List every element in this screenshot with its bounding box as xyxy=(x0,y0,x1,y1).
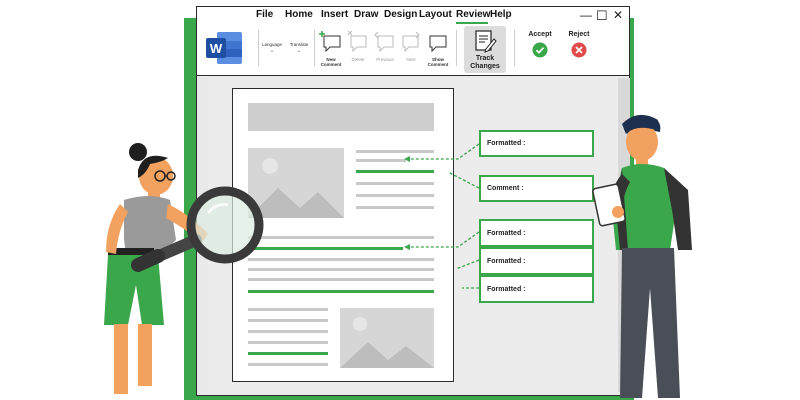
translate-button[interactable]: Translate ⌄ xyxy=(287,42,311,54)
tracked-text-line xyxy=(248,247,403,250)
word-logo-icon: W xyxy=(206,32,242,64)
next-comment-button[interactable]: Next xyxy=(399,30,423,70)
previous-comment-icon xyxy=(374,31,394,53)
svg-text:W: W xyxy=(210,41,223,56)
minimize-button[interactable]: — xyxy=(580,8,592,22)
text-line xyxy=(248,341,328,344)
ribbon-separator xyxy=(314,30,315,66)
man-illustration xyxy=(592,114,692,398)
maximize-button[interactable]: ☐ xyxy=(596,8,608,24)
show-comment-button[interactable]: Show Comment xyxy=(425,30,451,70)
check-circle-icon xyxy=(532,42,548,58)
delete-comment-button[interactable]: Delete xyxy=(346,30,370,70)
reject-button[interactable]: Reject xyxy=(563,31,595,65)
show-comment-label: Show Comment xyxy=(427,57,449,67)
heading-placeholder xyxy=(248,103,434,131)
menu-help[interactable]: Help xyxy=(490,9,512,20)
chevron-down-icon: ⌄ xyxy=(269,48,275,54)
text-line xyxy=(356,159,406,162)
magnifier-icon xyxy=(131,186,264,272)
accept-button[interactable]: Accept xyxy=(524,31,556,65)
callout-label: Formatted : xyxy=(487,257,526,265)
menu-review[interactable]: Review xyxy=(456,9,490,20)
show-comment-icon xyxy=(429,35,447,53)
track-changes-button[interactable]: Track Changes xyxy=(464,26,506,73)
chevron-down-icon: ⌄ xyxy=(296,48,302,54)
language-button[interactable]: Language ⌄ xyxy=(260,42,284,54)
change-callout[interactable]: Formatted : xyxy=(479,247,594,275)
text-line xyxy=(248,319,328,322)
new-comment-button[interactable]: New Comment xyxy=(318,30,344,70)
ribbon-separator xyxy=(514,30,515,66)
text-line xyxy=(248,363,328,366)
close-button[interactable]: ✕ xyxy=(613,8,623,22)
accept-label: Accept xyxy=(528,31,552,38)
delete-label: Delete xyxy=(351,57,365,62)
text-line xyxy=(248,308,328,311)
image-placeholder-icon xyxy=(340,308,434,368)
change-callout[interactable]: Formatted : xyxy=(479,130,594,157)
ribbon-separator xyxy=(456,30,457,66)
delete-comment-icon xyxy=(347,30,367,53)
menu-design[interactable]: Design xyxy=(384,9,417,20)
active-tab-indicator xyxy=(456,22,488,24)
change-callout[interactable]: Formatted : xyxy=(479,275,594,303)
change-connectors xyxy=(404,143,480,289)
callout-label: Formatted : xyxy=(487,140,526,147)
track-changes-label: Track Changes xyxy=(470,55,500,70)
comment-callout[interactable]: Comment : xyxy=(479,175,594,202)
reject-label: Reject xyxy=(568,31,590,38)
menu-file[interactable]: File xyxy=(256,9,273,20)
next-comment-icon xyxy=(402,31,420,53)
menu-home[interactable]: Home xyxy=(285,9,313,20)
new-comment-label: New Comment xyxy=(320,57,342,67)
document-edit-icon xyxy=(475,30,497,53)
callout-label: Comment : xyxy=(487,185,524,192)
callout-label: Formatted : xyxy=(487,285,526,293)
x-circle-icon xyxy=(571,42,587,58)
next-label: Next xyxy=(406,57,416,62)
previous-comment-button[interactable]: Previous xyxy=(372,30,398,70)
ribbon-separator xyxy=(258,30,259,66)
change-callout[interactable]: Formatted : xyxy=(479,219,594,247)
tracked-text-line xyxy=(248,352,328,355)
menu-draw[interactable]: Draw xyxy=(354,9,378,20)
previous-label: Previous xyxy=(376,57,394,62)
text-line xyxy=(248,330,328,333)
menu-layout[interactable]: Layout xyxy=(419,9,452,20)
menu-insert[interactable]: Insert xyxy=(321,9,348,20)
callout-label: Formatted : xyxy=(487,229,526,237)
new-comment-icon xyxy=(319,31,341,53)
